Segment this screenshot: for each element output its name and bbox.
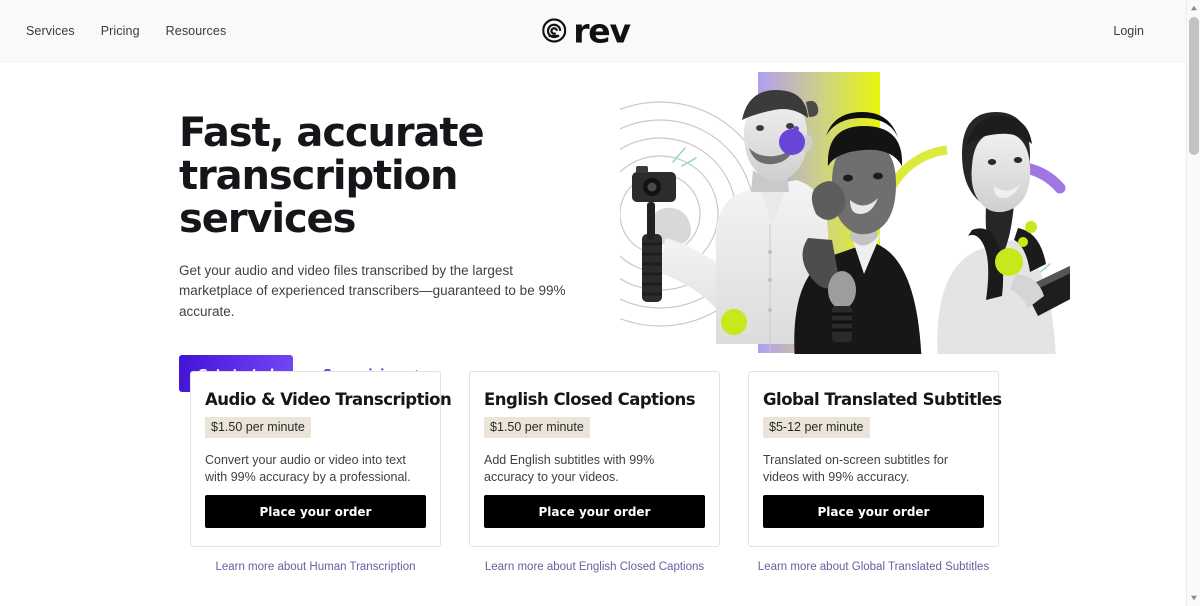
service-cards: Audio & Video Transcription $1.50 per mi… <box>190 371 1002 547</box>
place-your-order-button[interactable]: Place your order <box>205 495 426 528</box>
scroll-up-arrow-icon[interactable] <box>1187 0 1200 16</box>
place-your-order-button[interactable]: Place your order <box>484 495 705 528</box>
scrollbar-thumb[interactable] <box>1189 17 1199 155</box>
nav-item-services[interactable]: Services <box>26 24 75 38</box>
learn-more-global-translated-subtitles-link[interactable]: Learn more about Global Translated Subti… <box>758 561 989 573</box>
page-title: Fast, accurate transcription services <box>179 110 485 243</box>
hero-copy: Fast, accurate transcription services Ge… <box>179 110 599 393</box>
card-global-translated-subtitles: Global Translated Subtitles $5-12 per mi… <box>748 371 1002 547</box>
hero-section: Fast, accurate transcription services Ge… <box>0 62 1186 393</box>
hero-subtitle: Get your audio and video files transcrib… <box>179 262 566 320</box>
card-title: English Closed Captions <box>484 390 696 409</box>
learn-more-links: Learn more about Human Transcription Lea… <box>190 561 999 573</box>
learn-more-cell: Learn more about English Closed Captions <box>469 561 720 573</box>
rev-swirl-icon <box>542 18 567 43</box>
card-description: Convert your audio or video into text wi… <box>205 453 411 484</box>
learn-more-english-closed-captions-link[interactable]: Learn more about English Closed Captions <box>485 561 704 573</box>
card-title: Audio & Video Transcription <box>205 390 452 409</box>
card-audio-video-transcription: Audio & Video Transcription $1.50 per mi… <box>190 371 452 547</box>
nav-item-resources[interactable]: Resources <box>166 24 227 38</box>
card-title: Global Translated Subtitles <box>763 390 1002 409</box>
site-header: Services Pricing Resources rev Login <box>0 0 1186 62</box>
logo-wordmark: rev <box>573 11 631 50</box>
card-description: Translated on-screen subtitles for video… <box>763 453 949 484</box>
card-description: Add English subtitles with 99% accuracy … <box>484 453 655 484</box>
hero-illustration <box>620 62 1070 362</box>
learn-more-cell: Learn more about Human Transcription <box>190 561 441 573</box>
card-price-badge: $5-12 per minute <box>763 417 870 438</box>
card-price-badge: $1.50 per minute <box>205 417 311 438</box>
learn-more-cell: Learn more about Global Translated Subti… <box>748 561 999 573</box>
place-your-order-button[interactable]: Place your order <box>763 495 984 528</box>
rev-logo[interactable]: rev <box>542 11 631 50</box>
page-root: Services Pricing Resources rev Login Fas… <box>0 0 1200 606</box>
nav-item-pricing[interactable]: Pricing <box>101 24 140 38</box>
card-price-badge: $1.50 per minute <box>484 417 590 438</box>
scroll-down-arrow-icon[interactable] <box>1187 590 1200 606</box>
learn-more-human-transcription-link[interactable]: Learn more about Human Transcription <box>215 561 415 573</box>
login-link[interactable]: Login <box>1113 0 1144 62</box>
card-english-closed-captions: English Closed Captions $1.50 per minute… <box>469 371 720 547</box>
vertical-scrollbar[interactable] <box>1186 0 1200 606</box>
main-navigation: Services Pricing Resources <box>26 0 226 62</box>
